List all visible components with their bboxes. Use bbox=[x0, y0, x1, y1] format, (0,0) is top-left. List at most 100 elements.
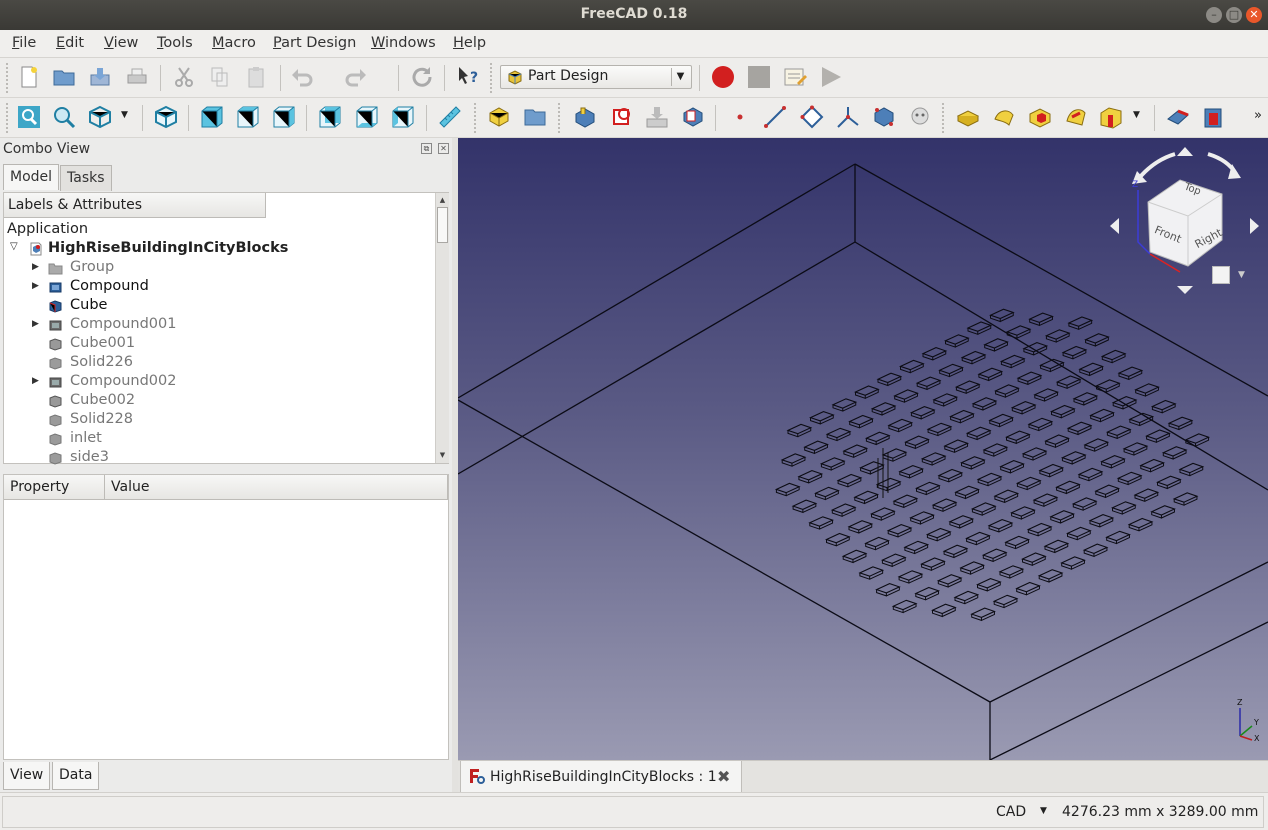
sub-shape-binder-icon[interactable] bbox=[681, 105, 705, 129]
property-column-header[interactable]: Property bbox=[4, 475, 105, 500]
menu-windows[interactable]: Windows bbox=[371, 35, 436, 51]
menu-help[interactable]: Help bbox=[453, 35, 486, 51]
tab-view[interactable]: View bbox=[3, 762, 51, 790]
tab-tasks[interactable]: Tasks bbox=[60, 165, 112, 191]
undo-icon[interactable] bbox=[290, 65, 314, 89]
part-icon[interactable] bbox=[487, 105, 511, 129]
menu-part-design[interactable]: Part Design bbox=[273, 35, 356, 51]
paste-icon[interactable] bbox=[244, 65, 268, 89]
document-tab[interactable]: HighRiseBuildingInCityBlocks : 1 ✖ bbox=[460, 761, 742, 793]
navigation-cube[interactable]: Top Front Right Z ▼ bbox=[1110, 142, 1260, 302]
save-icon[interactable] bbox=[88, 65, 112, 89]
fillet-icon[interactable] bbox=[1166, 105, 1190, 129]
bottom-view-icon[interactable] bbox=[355, 105, 379, 129]
tab-model[interactable]: Model bbox=[3, 164, 60, 190]
tree-item-label: Solid228 bbox=[70, 411, 134, 427]
new-document-icon[interactable] bbox=[17, 65, 41, 89]
fit-all-icon[interactable] bbox=[17, 105, 41, 129]
navcube-menu-cube[interactable] bbox=[1212, 266, 1230, 284]
close-panel-icon[interactable]: ✕ bbox=[438, 143, 449, 154]
front-view-icon[interactable] bbox=[200, 105, 224, 129]
open-icon[interactable] bbox=[52, 65, 76, 89]
refresh-icon[interactable] bbox=[410, 65, 434, 89]
toolbar-overflow-icon[interactable]: » bbox=[1254, 108, 1262, 123]
chevron-down-icon[interactable]: ▼ bbox=[671, 68, 689, 86]
hole-icon[interactable] bbox=[1099, 105, 1123, 129]
tree-item-label: Solid226 bbox=[70, 354, 134, 370]
clone-icon[interactable] bbox=[908, 105, 932, 129]
record-macro-icon[interactable] bbox=[711, 65, 735, 89]
edit-macro-icon[interactable] bbox=[783, 65, 807, 89]
menu-bar: File Edit View Tools Macro Part Design W… bbox=[0, 30, 1268, 58]
menu-tools[interactable]: Tools bbox=[157, 35, 193, 51]
pocket-icon[interactable] bbox=[1028, 105, 1052, 129]
revolution-icon[interactable] bbox=[992, 105, 1016, 129]
shape-binder-icon[interactable] bbox=[872, 105, 896, 129]
datum-line-icon[interactable] bbox=[763, 105, 787, 129]
body-icon[interactable] bbox=[573, 105, 597, 129]
draw-style-dropdown-icon[interactable]: ▼ bbox=[121, 110, 128, 120]
tree-header[interactable]: Labels & Attributes bbox=[4, 193, 266, 218]
solid-icon bbox=[49, 433, 62, 446]
group-icon[interactable] bbox=[523, 105, 547, 129]
navigation-style-dropdown-icon[interactable]: ▼ bbox=[1040, 806, 1047, 816]
chamfer-icon[interactable] bbox=[1202, 105, 1226, 129]
model-tree: Labels & Attributes Application ▽ HighRi… bbox=[3, 192, 449, 465]
collapse-icon[interactable]: ▽ bbox=[10, 241, 18, 252]
datum-plane-icon[interactable] bbox=[800, 105, 824, 129]
expand-icon[interactable]: ▶ bbox=[32, 376, 39, 386]
tree-scrollbar[interactable]: ▲ ▼ bbox=[435, 193, 449, 463]
left-view-icon[interactable] bbox=[391, 105, 415, 129]
value-column-header[interactable]: Value bbox=[105, 475, 448, 500]
copy-icon[interactable] bbox=[208, 65, 232, 89]
scroll-thumb[interactable] bbox=[437, 207, 448, 243]
rear-view-icon[interactable] bbox=[318, 105, 342, 129]
measure-icon[interactable] bbox=[438, 105, 462, 129]
tree-item-label: Cube002 bbox=[70, 392, 136, 408]
cube-icon bbox=[49, 300, 62, 313]
datum-point-icon[interactable] bbox=[728, 105, 752, 129]
pad-icon[interactable] bbox=[956, 105, 980, 129]
redo-icon[interactable] bbox=[344, 65, 368, 89]
3d-viewport[interactable]: Top Front Right Z ▼ Z Y X bbox=[458, 138, 1268, 760]
isometric-view-icon[interactable] bbox=[154, 105, 178, 129]
toolbar-grip[interactable] bbox=[6, 63, 10, 93]
title-bar: FreeCAD 0.18 – □ ✕ bbox=[0, 0, 1268, 30]
close-tab-icon[interactable]: ✖ bbox=[717, 767, 730, 786]
hole-dropdown-icon[interactable]: ▼ bbox=[1133, 110, 1140, 120]
navcube-menu-icon[interactable]: ▼ bbox=[1238, 270, 1245, 280]
expand-icon[interactable]: ▶ bbox=[32, 281, 39, 291]
right-view-icon[interactable] bbox=[272, 105, 296, 129]
run-macro-icon[interactable] bbox=[819, 65, 843, 89]
maximize-button[interactable]: □ bbox=[1226, 7, 1242, 23]
top-view-icon[interactable] bbox=[236, 105, 260, 129]
tab-data[interactable]: Data bbox=[52, 762, 100, 790]
navigation-style[interactable]: CAD bbox=[996, 804, 1026, 820]
axis-y-label: Y bbox=[1254, 718, 1259, 727]
validate-sketch-icon[interactable] bbox=[645, 105, 669, 129]
expand-icon[interactable]: ▶ bbox=[32, 319, 39, 329]
close-button[interactable]: ✕ bbox=[1246, 7, 1262, 23]
whats-this-icon[interactable]: ? bbox=[456, 65, 480, 89]
stop-macro-icon[interactable] bbox=[747, 65, 771, 89]
tree-item-label: Compound001 bbox=[70, 316, 177, 332]
scroll-down-icon[interactable]: ▼ bbox=[437, 449, 448, 461]
workbench-selector[interactable]: Part Design ▼ bbox=[500, 65, 692, 89]
menu-edit[interactable]: Edit bbox=[56, 35, 84, 51]
cut-icon[interactable] bbox=[172, 65, 196, 89]
float-panel-icon[interactable]: ⧉ bbox=[421, 143, 432, 154]
create-sketch-icon[interactable] bbox=[609, 105, 633, 129]
view-toolbar: ▼ ▼ » bbox=[0, 98, 1268, 138]
menu-file[interactable]: File bbox=[12, 35, 36, 51]
expand-icon[interactable]: ▶ bbox=[32, 262, 39, 272]
view-dimensions: 4276.23 mm x 3289.00 mm bbox=[1062, 804, 1259, 820]
menu-view[interactable]: View bbox=[104, 35, 138, 51]
scroll-up-icon[interactable]: ▲ bbox=[437, 194, 448, 206]
menu-macro[interactable]: Macro bbox=[212, 35, 256, 51]
print-icon[interactable] bbox=[125, 65, 149, 89]
groove-icon[interactable] bbox=[1064, 105, 1088, 129]
local-coordinate-system-icon[interactable] bbox=[836, 105, 860, 129]
fit-selection-icon[interactable] bbox=[52, 105, 76, 129]
draw-style-icon[interactable] bbox=[88, 105, 112, 129]
minimize-button[interactable]: – bbox=[1206, 7, 1222, 23]
